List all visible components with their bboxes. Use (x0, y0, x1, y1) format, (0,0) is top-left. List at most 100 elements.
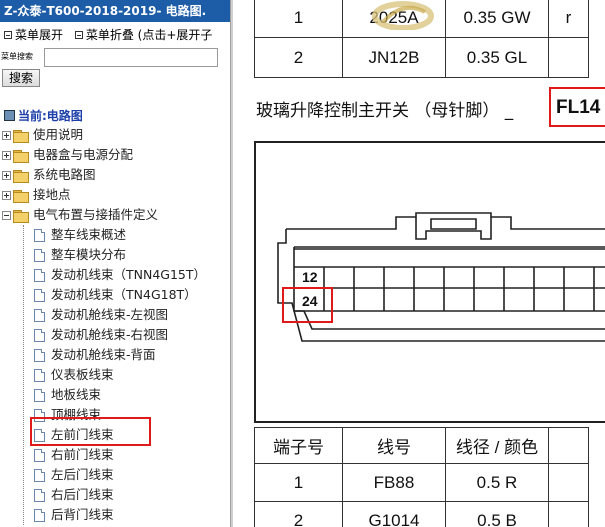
tree-child-label: 发动机线束（TN4G18T） (51, 287, 197, 302)
tree-item-ground-points[interactable]: 接地点 (2, 185, 71, 205)
tree-child-item[interactable]: 左后门线束 (34, 465, 114, 485)
computer-icon (4, 110, 15, 121)
tree-child-item[interactable]: 整车模块分布 (34, 245, 126, 265)
pin-table-bottom: 端子号 线号 线径 / 颜色 1 FB88 0.5 R 2 G1014 0.5 … (254, 427, 589, 527)
tree-child-label: 发动机舱线束-左视图 (51, 307, 169, 322)
document-icon (34, 229, 45, 242)
tree-item-label: 接地点 (33, 187, 71, 202)
folder-icon (13, 149, 29, 163)
expand-plus-icon[interactable] (2, 191, 11, 200)
document-icon (34, 509, 45, 522)
document-icon (34, 349, 45, 362)
table-cell: 2 (254, 37, 343, 78)
connector-section-title: 玻璃升降控制主开关 （母针脚） _ (256, 101, 514, 121)
tree-item-label: 电器盒与电源分配 (33, 147, 134, 162)
document-title: Z-众泰-T600-2018-2019- 电路图. (0, 0, 230, 22)
tree-item-label: 电气布置与接插件定义 (33, 207, 159, 222)
expand-plus-icon[interactable] (2, 171, 11, 180)
column-header (548, 427, 589, 464)
tree-item-power[interactable]: 电器盒与电源分配 (2, 145, 133, 165)
table-cell: G1014 (342, 501, 446, 527)
tree-child-item[interactable]: 发动机舱线束-背面 (34, 345, 156, 365)
document-icon (34, 489, 45, 502)
document-icon (34, 309, 45, 322)
tree-child-label: 左后门线束 (51, 467, 114, 482)
expand-all-icon[interactable] (4, 30, 12, 39)
connector-diagram: 12 24 (254, 141, 605, 423)
tree-child-label: 发动机舱线束-右视图 (51, 327, 169, 342)
watermark-logo-icon (372, 1, 434, 30)
content-pane: 1 2025A 0.35 GW r 2 JN12B 0.35 GL 玻璃升降控制… (233, 0, 605, 527)
selection-highlight-box (30, 417, 151, 446)
folder-icon (13, 129, 29, 143)
document-icon (34, 369, 45, 382)
tree-child-item[interactable]: 仪表板线束 (34, 365, 114, 385)
tree-child-item[interactable]: 发动机舱线束-右视图 (34, 325, 168, 345)
tree-item-label: 系统电路图 (33, 167, 96, 182)
current-location-label: 当前:电路图 (18, 109, 83, 123)
tree-child-label: 后背门线束 (51, 507, 114, 522)
table-cell: r (548, 0, 589, 38)
tree-child-label: 右后门线束 (51, 487, 114, 502)
expand-plus-icon[interactable] (2, 151, 11, 160)
menu-collapse-link[interactable]: 菜单折叠 (点击+展开子 (86, 26, 213, 43)
tree-item-usage[interactable]: 使用说明 (2, 125, 83, 145)
column-header: 端子号 (254, 427, 343, 464)
expand-plus-icon[interactable] (2, 131, 11, 140)
tree-child-item[interactable]: 后背门线束 (34, 505, 114, 525)
left-menu-pane: Z-众泰-T600-2018-2019- 电路图. 菜单展开 菜单折叠 (点击+… (0, 0, 230, 527)
menu-expand-link[interactable]: 菜单展开 (15, 26, 63, 43)
tree-child-item[interactable]: 发动机舱线束-左视图 (34, 305, 168, 325)
folder-open-icon (13, 209, 29, 223)
search-label: 菜单搜索 (1, 52, 33, 61)
tree-child-label: 发动机线束（TNN4G15T） (51, 267, 207, 282)
search-input[interactable] (44, 48, 218, 67)
table-header-row: 端子号 线号 线径 / 颜色 (254, 427, 589, 464)
document-icon (34, 249, 45, 262)
pin-label-12: 12 (302, 269, 318, 285)
table-cell (548, 37, 589, 78)
table-cell: FB88 (342, 463, 446, 502)
connector-code: FL14 (556, 97, 601, 118)
tree-child-label: 右前门线束 (51, 447, 114, 462)
table-row: 1 FB88 0.5 R (254, 463, 589, 502)
tree-child-item[interactable]: 发动机线束（TNN4G15T） (34, 265, 206, 285)
collapse-minus-icon[interactable] (2, 211, 11, 220)
table-cell: JN12B (342, 37, 446, 78)
table-row: 2 JN12B 0.35 GL (254, 37, 589, 78)
tree-child-item[interactable]: 地板线束 (34, 385, 101, 405)
tree-child-item[interactable]: 整车线束概述 (34, 225, 126, 245)
table-cell (548, 463, 589, 502)
tree-child-label: 仪表板线束 (51, 367, 114, 382)
table-cell: 2 (254, 501, 343, 527)
table-cell: 0.35 GW (445, 0, 549, 38)
tree-item-label: 使用说明 (33, 127, 84, 142)
document-icon (34, 449, 45, 462)
table-cell: 0.35 GL (445, 37, 549, 78)
table-cell: 0.5 R (445, 463, 549, 502)
menu-toggle-row: 菜单展开 菜单折叠 (点击+展开子 (0, 26, 212, 44)
collapse-all-icon[interactable] (74, 30, 83, 39)
table-cell: 1 (254, 0, 343, 38)
column-header: 线径 / 颜色 (445, 427, 549, 464)
tree-child-label: 发动机舱线束-背面 (51, 347, 156, 362)
table-cell: 1 (254, 463, 343, 502)
document-icon (34, 269, 45, 282)
tree-item-layout-connectors[interactable]: 电气布置与接插件定义 (2, 205, 158, 225)
tree-item-system-diagrams[interactable]: 系统电路图 (2, 165, 96, 185)
tree-child-label: 整车模块分布 (51, 247, 127, 262)
column-header: 线号 (342, 427, 446, 464)
table-cell (548, 501, 589, 527)
document-icon (34, 289, 45, 302)
pin-24-highlight (282, 287, 333, 323)
folder-icon (13, 169, 29, 183)
tree-connector-line (23, 225, 24, 525)
tree-child-item[interactable]: 右前门线束 (34, 445, 114, 465)
document-icon (34, 469, 45, 482)
tree-child-label: 整车线束概述 (51, 227, 127, 242)
search-button[interactable]: 搜索 (2, 69, 40, 87)
tree-child-item[interactable]: 发动机线束（TN4G18T） (34, 285, 197, 305)
document-icon (34, 389, 45, 402)
document-icon (34, 329, 45, 342)
tree-child-item[interactable]: 右后门线束 (34, 485, 114, 505)
